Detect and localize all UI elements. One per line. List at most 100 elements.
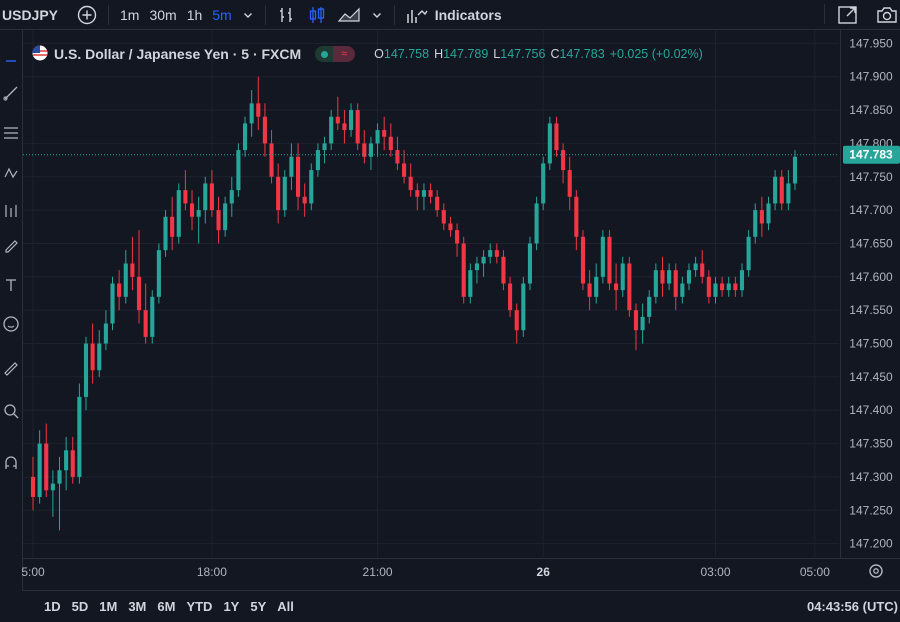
- candle-body: [561, 150, 566, 171]
- candle-body: [37, 443, 42, 497]
- candle-body: [501, 256, 506, 284]
- candle: [607, 230, 612, 291]
- candle-body: [541, 163, 546, 204]
- candle-body: [355, 110, 360, 144]
- candle-body: [242, 123, 248, 151]
- candle-body: [693, 263, 698, 271]
- candle-body: [474, 263, 480, 271]
- candle-body: [156, 250, 161, 297]
- candle-body: [713, 283, 718, 297]
- us-flag-icon: [32, 45, 48, 64]
- candle-body: [521, 283, 526, 331]
- candle: [163, 210, 168, 257]
- candle-body: [706, 276, 711, 297]
- candle-body: [680, 283, 685, 297]
- range-all-button[interactable]: All: [277, 599, 294, 614]
- price-tick-label: 147.350: [849, 437, 893, 451]
- price-chart[interactable]: 147.950147.900147.850147.800147.750147.7…: [0, 0, 900, 621]
- price-tick-label: 147.250: [849, 503, 893, 517]
- utc-clock[interactable]: 04:43:56 (UTC): [807, 599, 898, 614]
- price-tick-label: 147.300: [849, 470, 893, 484]
- candle-body: [614, 283, 619, 291]
- candle: [600, 230, 605, 284]
- bottom-toolbar: 1D 5D 1M 3M 6M YTD 1Y 5Y All 04:43:56 (U…: [22, 590, 900, 622]
- range-1m-button[interactable]: 1M: [99, 599, 117, 614]
- candle-body: [388, 136, 393, 151]
- candle-body: [508, 283, 513, 311]
- candle-body: [580, 236, 586, 284]
- time-tick-label: 03:00: [700, 565, 730, 579]
- candle-body: [448, 223, 453, 231]
- candle: [580, 230, 586, 291]
- range-ytd-button[interactable]: YTD: [186, 599, 212, 614]
- price-tick-label: 147.900: [849, 70, 893, 84]
- price-tick-label: 147.650: [849, 236, 893, 250]
- candle-body: [773, 176, 778, 204]
- close-label: C: [550, 47, 560, 61]
- candle-body: [97, 343, 102, 371]
- candle-body: [620, 263, 625, 291]
- time-tick-label: 18:00: [197, 565, 227, 579]
- date-range-buttons: 1D 5D 1M 3M 6M YTD 1Y 5Y All: [44, 599, 294, 614]
- candle-body: [746, 236, 751, 271]
- candle-body: [176, 190, 181, 237]
- candle-body: [415, 190, 420, 197]
- candle-body: [647, 296, 652, 317]
- low-value: 147.756: [500, 47, 546, 61]
- candle-body: [90, 343, 95, 371]
- candle-body: [249, 103, 254, 124]
- candle-body: [342, 123, 347, 131]
- candle-body: [686, 270, 692, 284]
- candle-body: [262, 116, 267, 144]
- candle-body: [700, 263, 705, 277]
- range-5y-button[interactable]: 5Y: [250, 599, 266, 614]
- candle-body: [143, 310, 148, 337]
- candle: [541, 156, 546, 211]
- close-value: 147.783: [559, 47, 605, 61]
- candle-body: [726, 283, 731, 291]
- price-tick-label: 147.600: [849, 270, 893, 284]
- candle: [150, 290, 155, 344]
- range-1d-button[interactable]: 1D: [44, 599, 61, 614]
- time-axis-border: [23, 558, 900, 559]
- candle-body: [302, 196, 307, 204]
- candle-body: [402, 163, 407, 177]
- price-tick-label: 147.850: [849, 103, 893, 117]
- candle-body: [653, 270, 658, 297]
- candle-body: [375, 130, 380, 144]
- candle: [309, 163, 314, 211]
- candle-body: [276, 176, 281, 211]
- candle-body: [382, 130, 387, 137]
- candle-body: [236, 150, 241, 191]
- candle: [627, 256, 632, 317]
- symbol-title[interactable]: U.S. Dollar / Japanese Yen · 5 · FXCM: [54, 46, 301, 62]
- candle-body: [322, 143, 327, 151]
- candle-body: [408, 176, 413, 191]
- candle-body: [534, 203, 539, 244]
- market-status-badge[interactable]: ≈: [315, 46, 356, 62]
- candle-body: [441, 210, 446, 224]
- candle-body: [203, 183, 208, 211]
- candle-body: [70, 450, 75, 477]
- candle-body: [368, 143, 373, 157]
- candle-body: [295, 156, 301, 197]
- candle-body: [753, 210, 758, 237]
- range-6m-button[interactable]: 6M: [157, 599, 175, 614]
- range-5d-button[interactable]: 5D: [72, 599, 89, 614]
- range-3m-button[interactable]: 3M: [128, 599, 146, 614]
- price-tick-label: 147.950: [849, 36, 893, 50]
- candle: [527, 236, 533, 291]
- candle-body: [660, 270, 665, 284]
- candle-body: [733, 283, 738, 291]
- range-1y-button[interactable]: 1Y: [223, 599, 239, 614]
- candle-body: [640, 316, 645, 331]
- candle-body: [209, 183, 214, 211]
- candle-body: [600, 236, 605, 277]
- candle-body: [189, 203, 195, 217]
- candle-body: [348, 110, 354, 131]
- candle-body: [282, 176, 287, 211]
- candle-body: [130, 263, 135, 277]
- candle-body: [607, 236, 612, 284]
- candle-body: [183, 190, 188, 204]
- high-label: H: [434, 47, 444, 61]
